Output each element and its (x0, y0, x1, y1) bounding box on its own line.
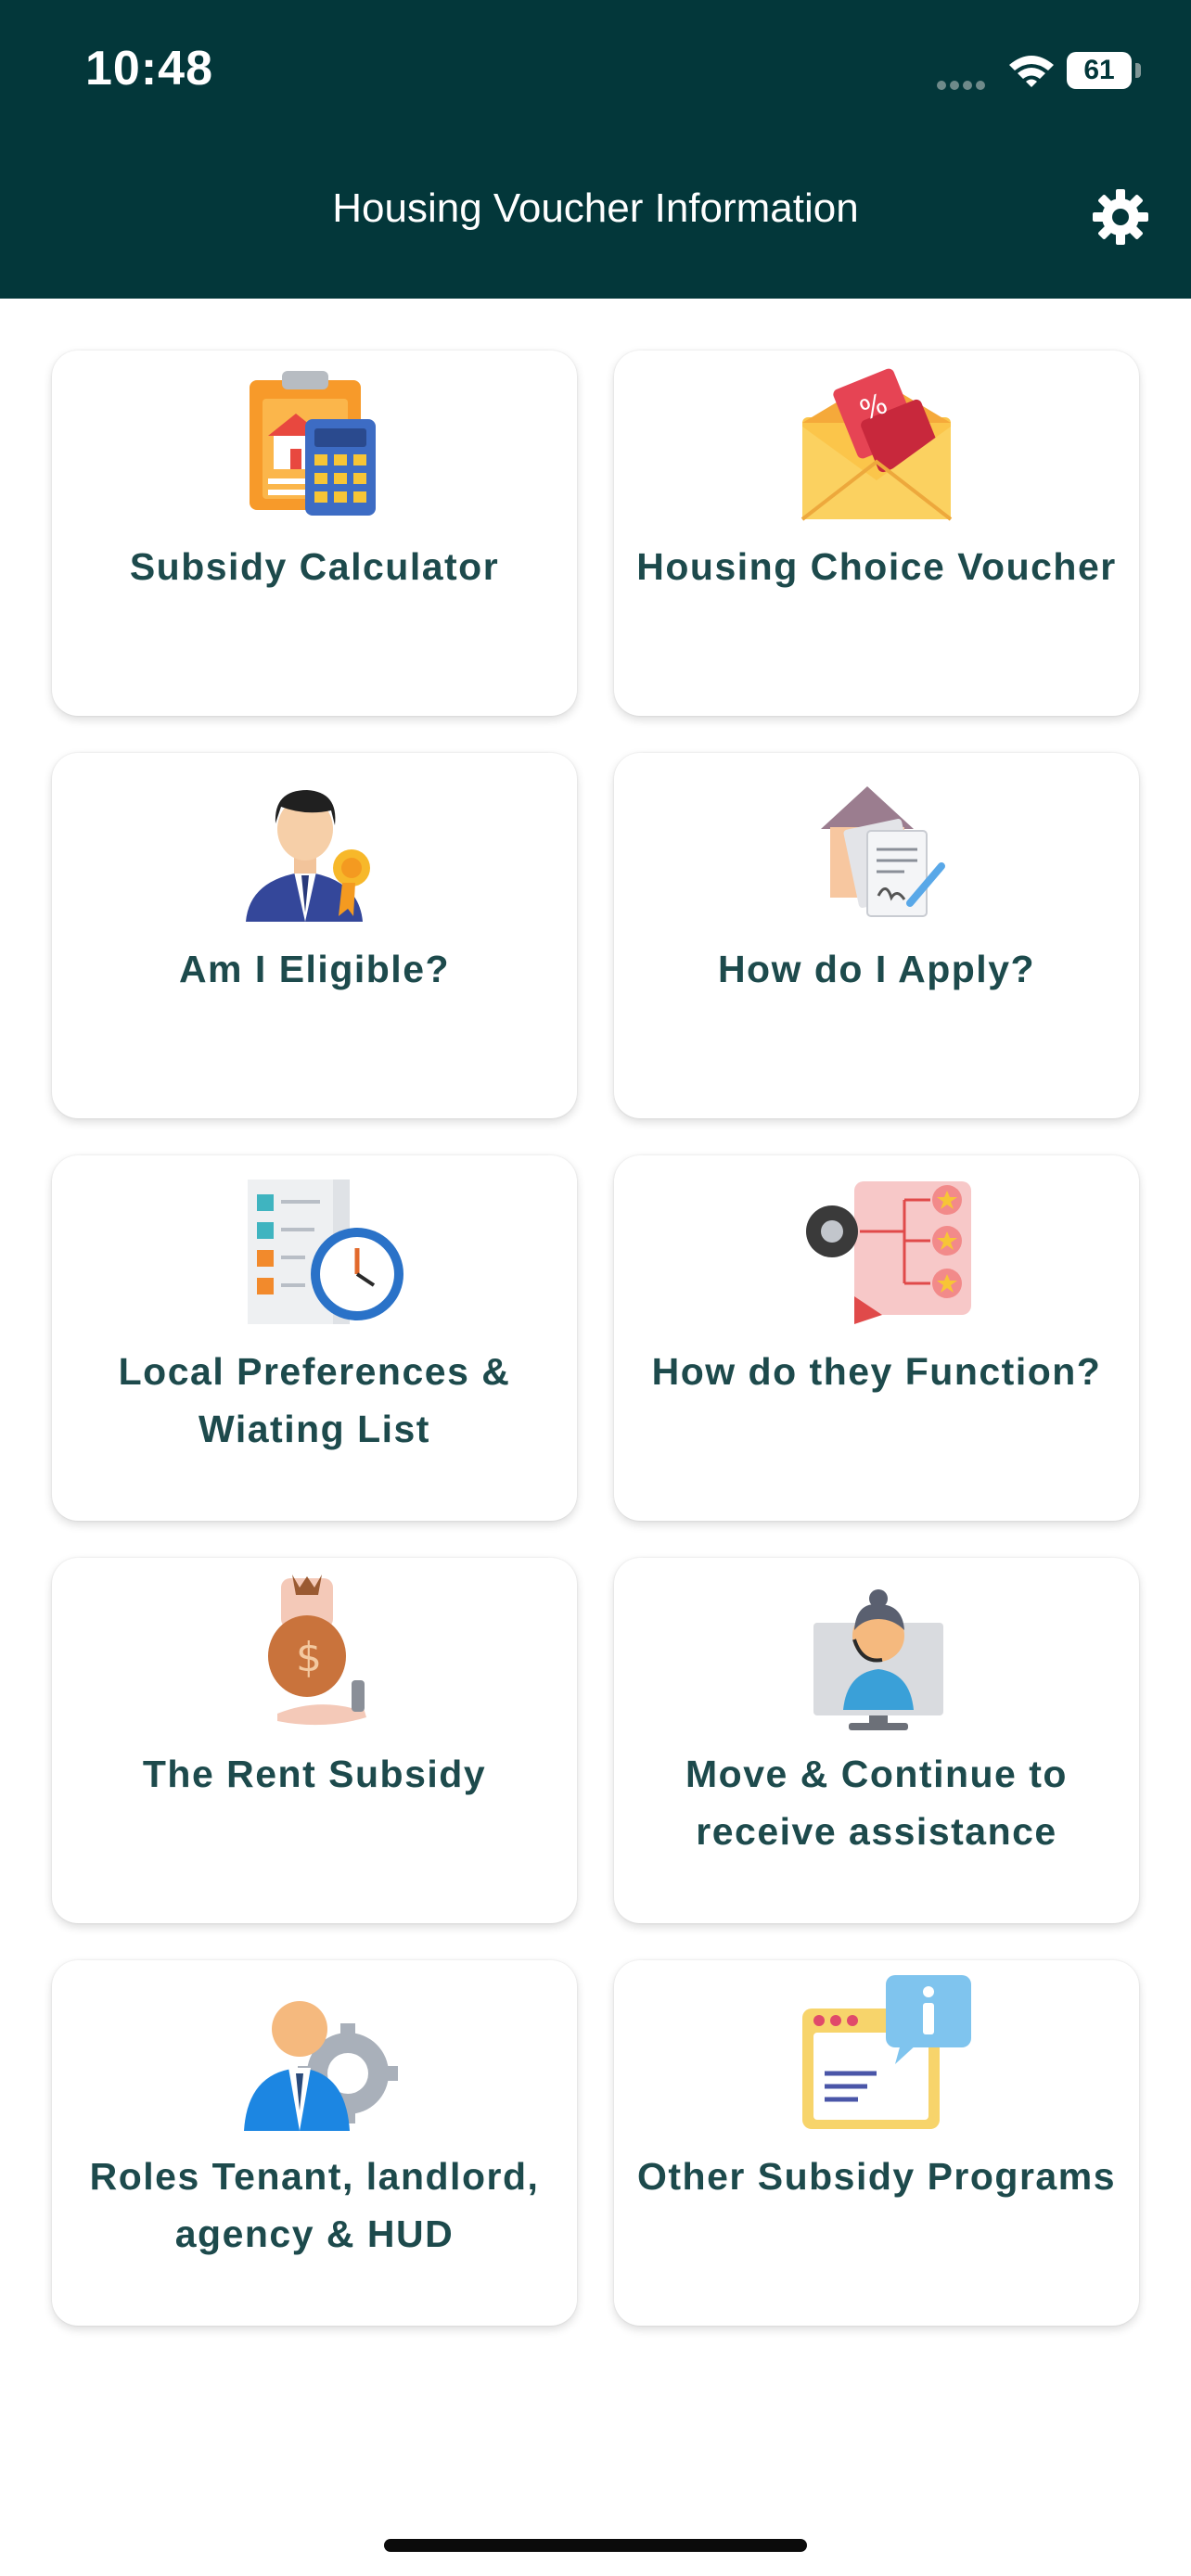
card-how-do-i-apply[interactable]: How do I Apply? (614, 753, 1139, 1118)
voucher-envelope-icon: % (800, 368, 953, 521)
eligible-person-icon (246, 790, 370, 922)
card-the-rent-subsidy[interactable]: $ The Rent Subsidy (52, 1558, 577, 1923)
function-gear-icon (806, 1181, 971, 1324)
card-how-do-they-function[interactable]: How do they Function? (614, 1155, 1139, 1521)
settings-gear-icon[interactable] (1091, 187, 1150, 247)
roles-person-gear-icon (244, 2001, 398, 2131)
status-time: 10:48 (85, 42, 213, 96)
waiting-list-clock-icon (248, 1180, 403, 1324)
card-label: How do I Apply? (717, 948, 1036, 990)
card-label: Move & Continue to receive assistance (685, 1753, 1068, 1853)
cellular-signal-icon (937, 78, 989, 95)
support-agent-icon (813, 1589, 943, 1730)
card-housing-choice-voucher[interactable]: % Housing Choice Voucher (614, 351, 1139, 716)
calculator-house-icon (250, 371, 376, 516)
card-label: The Rent Subsidy (142, 1753, 487, 1795)
card-label: How do they Function? (651, 1350, 1102, 1393)
page-title: Housing Voucher Information (332, 185, 859, 231)
application-form-icon (821, 786, 945, 917)
home-indicator[interactable] (384, 2539, 807, 2552)
card-label: Housing Choice Voucher (636, 545, 1117, 588)
card-other-subsidy-programs[interactable]: Other Subsidy Programs (614, 1960, 1139, 2326)
card-label: Local Preferences & Wiating List (118, 1350, 511, 1450)
svg-text:$: $ (296, 1634, 322, 1681)
card-subsidy-calculator[interactable]: Subsidy Calculator (52, 351, 577, 716)
card-label: Subsidy Calculator (129, 545, 500, 588)
battery-tip (1135, 63, 1141, 78)
card-label: Roles Tenant, landlord, agency & HUD (89, 2155, 540, 2255)
card-roles[interactable]: Roles Tenant, landlord, agency & HUD (52, 1960, 577, 2326)
app-header: 10:48 61 Housing Voucher Information (0, 0, 1191, 299)
menu-grid: Subsidy Calculator % Housing Choice Vouc… (52, 351, 1139, 2326)
card-label: Am I Eligible? (178, 948, 451, 990)
money-bag-icon: $ (268, 1575, 366, 1726)
card-am-i-eligible[interactable]: Am I Eligible? (52, 753, 577, 1118)
card-label: Other Subsidy Programs (636, 2155, 1116, 2198)
card-local-preferences-waiting-list[interactable]: Local Preferences & Wiating List (52, 1155, 577, 1521)
battery-indicator: 61 (1067, 52, 1132, 89)
info-window-icon (802, 1975, 971, 2129)
wifi-icon (1009, 56, 1054, 87)
card-move-continue-assistance[interactable]: Move & Continue to receive assistance (614, 1558, 1139, 1923)
